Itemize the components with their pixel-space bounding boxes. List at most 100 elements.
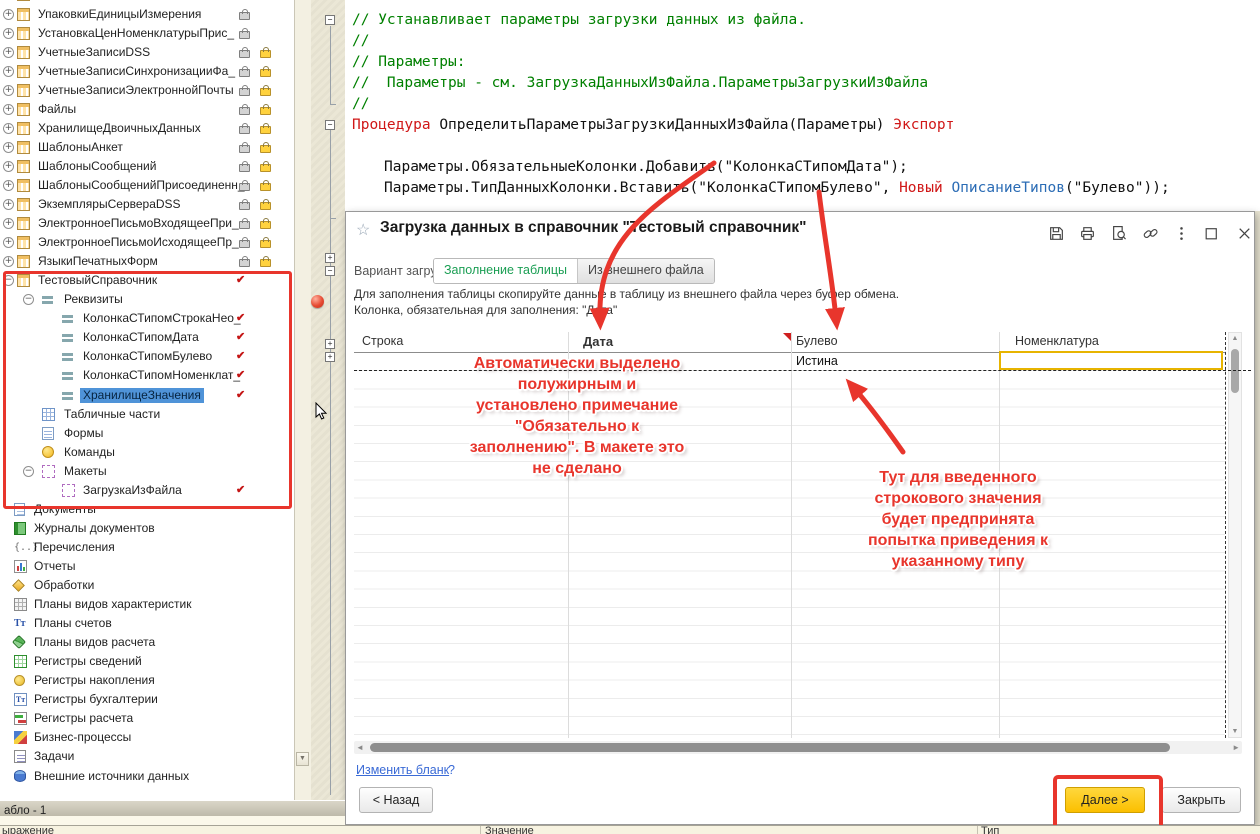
tree-item[interactable]: +ШаблоныАнкет: [0, 138, 294, 157]
expand-icon[interactable]: +: [3, 9, 14, 20]
table-vertical-scrollbar[interactable]: ▲ ▼: [1228, 332, 1242, 738]
column-header[interactable]: Дата: [583, 334, 613, 349]
scroll-down-icon[interactable]: ▼: [1229, 728, 1241, 735]
tree-item[interactable]: + ШаблоныСообщенийПрисоединенн_: [0, 176, 294, 195]
watch-panel-titlebar[interactable]: абло - 1: [0, 800, 345, 817]
tab-from-external-file[interactable]: Из внешнего файла: [577, 259, 714, 283]
column-header[interactable]: Номенклатура: [1015, 334, 1099, 348]
hscroll-thumb[interactable]: [370, 743, 1170, 752]
catalog-icon: [17, 103, 30, 116]
tree-item[interactable]: +ЭкземплярыСервераDSS: [0, 195, 294, 214]
tree-scrollbar[interactable]: ▼: [294, 0, 311, 800]
fold-collapse-icon[interactable]: −: [325, 266, 335, 276]
expand-icon[interactable]: +: [3, 180, 14, 191]
lock-icon: [239, 31, 250, 39]
more-menu-icon[interactable]: [1173, 225, 1191, 243]
code-editor[interactable]: // Устанавливает параметры загрузки данн…: [345, 0, 1260, 211]
fold-collapse-icon[interactable]: −: [325, 15, 335, 25]
tree-item-label: ШаблоныСообщенийПрисоединенн_: [35, 178, 248, 193]
tree-item-label: Регистры бухгалтерии: [31, 692, 161, 707]
fold-expand-icon[interactable]: +: [325, 352, 335, 362]
fold-expand-icon[interactable]: +: [325, 339, 335, 349]
expand-icon[interactable]: +: [3, 66, 14, 77]
code-segment: Параметры.ОбязательныеКолонки.Добавить("…: [384, 159, 908, 175]
tree-item[interactable]: ТтРегистры бухгалтерии: [0, 690, 294, 709]
back-button[interactable]: < Назад: [359, 787, 433, 813]
tree-item[interactable]: Обработки: [0, 576, 294, 595]
catalog-icon: [17, 179, 30, 192]
tree-item[interactable]: Регистры расчета: [0, 709, 294, 728]
lock-icon: [239, 202, 250, 210]
scroll-up-icon[interactable]: ▲: [1229, 335, 1241, 342]
expand-icon[interactable]: +: [3, 123, 14, 134]
expand-icon[interactable]: +: [3, 237, 14, 248]
expand-icon[interactable]: +: [3, 199, 14, 210]
tree-item[interactable]: ТтПланы счетов: [0, 614, 294, 633]
expand-icon[interactable]: +: [3, 256, 14, 267]
catalog-icon: [17, 8, 30, 21]
tree-item[interactable]: Отчеты: [0, 557, 294, 576]
save-icon[interactable]: [1048, 225, 1066, 243]
tree-item[interactable]: +Файлы: [0, 100, 294, 119]
scroll-down-icon[interactable]: ▼: [296, 752, 309, 766]
fold-expand-icon[interactable]: +: [325, 253, 335, 263]
editable-lock-icon: [260, 126, 271, 134]
tree-item[interactable]: +УчетныеЗаписиЭлектроннойПочты: [0, 81, 294, 100]
tree-item-label: ШаблоныСообщений: [35, 159, 159, 174]
tree-item[interactable]: Регистры накопления: [0, 671, 294, 690]
close-icon[interactable]: [1236, 225, 1254, 243]
link-icon[interactable]: [1142, 225, 1160, 243]
code-segment: Параметры.ТипДанныхКолонки.Вставить("Кол…: [384, 180, 899, 196]
breakpoint-icon[interactable]: [311, 295, 324, 308]
expand-icon[interactable]: +: [3, 218, 14, 229]
tree-item[interactable]: + ШаблоныСообщений: [0, 157, 294, 176]
edit-form-link[interactable]: Изменить бланк: [356, 763, 449, 777]
table-horizontal-scrollbar[interactable]: ◄ ►: [354, 741, 1242, 754]
expand-icon[interactable]: +: [3, 85, 14, 96]
lock-icon: [239, 69, 250, 77]
tree-item[interactable]: +ЭлектронноеПисьмоИсходящееПр_: [0, 233, 294, 252]
tree-item[interactable]: Внешние источники данных: [0, 767, 294, 786]
tree-item-label: УчетныеЗаписиDSS: [35, 45, 153, 60]
tree-item-label: Регистры накопления: [31, 673, 158, 688]
maximize-icon[interactable]: [1203, 225, 1221, 243]
print-icon[interactable]: [1079, 225, 1097, 243]
vscroll-thumb[interactable]: [1231, 349, 1239, 393]
tree-item[interactable]: +ЯзыкиПечатныхФорм: [0, 252, 294, 271]
tree-item[interactable]: +УстановкаЦенНоменклатурыПрис_: [0, 24, 294, 43]
expand-icon[interactable]: +: [3, 142, 14, 153]
column-header[interactable]: Булево: [796, 334, 838, 348]
preview-icon[interactable]: [1111, 225, 1129, 243]
column-header[interactable]: Строка: [362, 334, 403, 348]
hint-line-2: Колонка, обязательная для заполнения: "Д…: [354, 303, 617, 317]
expand-icon[interactable]: +: [3, 161, 14, 172]
tree-item[interactable]: + УчетныеЗаписиDSS: [0, 43, 294, 62]
fold-collapse-icon[interactable]: −: [325, 120, 335, 130]
watch-panel-body: [0, 816, 345, 825]
bool-cell-value[interactable]: Истина: [796, 354, 838, 368]
scroll-right-icon[interactable]: ►: [1232, 743, 1240, 752]
expand-icon[interactable]: +: [3, 104, 14, 115]
tree-item[interactable]: Планы видов расчета: [0, 633, 294, 652]
code-segment: Экспорт: [893, 117, 954, 133]
tree-item[interactable]: Журналы документов: [0, 519, 294, 538]
tree-item[interactable]: Задачи: [0, 747, 294, 766]
active-cell[interactable]: [999, 351, 1223, 370]
tree-item[interactable]: +УпаковкиЕдиницыИзмерения: [0, 5, 294, 24]
tree-item[interactable]: Бизнес-процессы: [0, 728, 294, 747]
favorite-star-icon[interactable]: ☆: [356, 220, 370, 240]
tab-fill-table[interactable]: Заполнение таблицы: [434, 259, 577, 283]
expand-icon[interactable]: +: [3, 47, 14, 58]
catalog-icon: [17, 46, 30, 59]
tree-item[interactable]: Планы видов характеристик: [0, 595, 294, 614]
tree-item[interactable]: +УчетныеЗаписиСинхронизацииФа_: [0, 62, 294, 81]
close-button[interactable]: Закрыть: [1162, 787, 1241, 813]
help-link[interactable]: ?: [448, 763, 455, 777]
tree-item[interactable]: +ЭлектронноеПисьмоВходящееПри_: [0, 214, 294, 233]
tree-item[interactable]: +ХранилищеДвоичныхДанных: [0, 119, 294, 138]
tree-item[interactable]: Регистры сведений: [0, 652, 294, 671]
tree-item[interactable]: {..}Перечисления: [0, 538, 294, 557]
expand-icon[interactable]: +: [3, 28, 14, 39]
hint-line-1: Для заполнения таблицы скопируйте данные…: [354, 287, 899, 301]
scroll-left-icon[interactable]: ◄: [356, 743, 364, 752]
